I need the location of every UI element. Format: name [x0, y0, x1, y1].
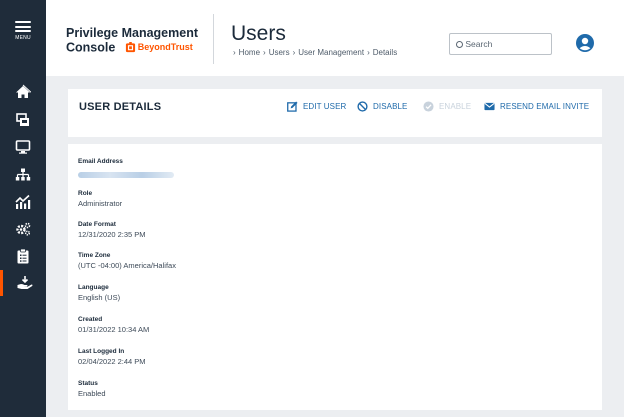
beyondtrust-logo: BeyondTrust	[125, 40, 193, 54]
search-input[interactable]: Search	[449, 33, 552, 55]
envelope-icon	[484, 102, 495, 111]
nav-item-policies[interactable]	[0, 162, 46, 188]
menu-button[interactable]: MENU	[0, 0, 46, 62]
menu-label: MENU	[15, 35, 31, 41]
check-circle-icon	[423, 101, 434, 112]
role-value: Administrator	[78, 199, 123, 208]
email-field: Email Address	[78, 158, 174, 183]
nav-item-home[interactable]	[0, 79, 46, 105]
page-title: Users	[231, 22, 286, 45]
clipboard-icon	[17, 248, 29, 264]
user-avatar-icon[interactable]	[576, 34, 594, 52]
resend-email-invite-label: RESEND EMAIL INVITE	[500, 102, 590, 111]
language-label: Language	[78, 284, 109, 291]
edit-icon	[287, 101, 298, 112]
hand-download-icon	[17, 276, 32, 289]
side-nav: MENU	[0, 0, 46, 417]
computer-group-icon	[16, 113, 29, 126]
status-label: Status	[78, 380, 98, 387]
home-icon	[16, 84, 31, 98]
last-logged-in-field: Last Logged In 02/04/2022 2:44 PM	[78, 348, 146, 366]
email-value-redacted	[78, 172, 174, 178]
edit-user-button[interactable]: EDIT USER	[287, 101, 346, 112]
page-header: Privilege Management Console BeyondTrust…	[46, 0, 624, 76]
disable-label: DISABLE	[373, 102, 408, 111]
status-value: Enabled	[78, 389, 106, 398]
breadcrumb-separator: ›	[263, 48, 266, 57]
role-label: Role	[78, 190, 93, 197]
created-value: 01/31/2022 10:34 AM	[78, 325, 150, 334]
search-placeholder: Search	[465, 39, 493, 49]
language-field: Language English (US)	[78, 284, 120, 302]
breadcrumb-separator: ›	[233, 48, 236, 57]
brand-title-line2: Console	[66, 40, 116, 55]
breadcrumb-home[interactable]: Home	[239, 48, 260, 57]
created-label: Created	[78, 316, 103, 323]
breadcrumb-users[interactable]: Users	[269, 48, 290, 57]
date-format-label: Date Format	[78, 221, 116, 228]
user-details-header: USER DETAILS EDIT USER DISABLE ENABLE RE…	[68, 89, 602, 137]
time-zone-field: Time Zone (UTC -04:00) America/Halifax	[78, 252, 176, 270]
enable-label: ENABLE	[439, 102, 472, 111]
user-details-body: Email Address Role Administrator Date Fo…	[68, 144, 602, 410]
brand-title-line1: Privilege Management	[66, 26, 198, 40]
gears-icon	[16, 222, 31, 236]
edit-user-label: EDIT USER	[303, 102, 347, 111]
nav-item-analytics[interactable]	[0, 189, 46, 215]
beyondtrust-logo-icon	[125, 41, 135, 52]
role-field: Role Administrator	[78, 190, 122, 208]
breadcrumb-user-management[interactable]: User Management	[298, 48, 364, 57]
disable-button[interactable]: DISABLE	[357, 101, 408, 112]
language-value: English (US)	[78, 293, 121, 302]
nav-item-deployment[interactable]	[0, 270, 46, 296]
nav-item-computer-groups[interactable]	[0, 107, 46, 133]
last-logged-in-value: 02/04/2022 2:44 PM	[78, 357, 146, 366]
beyondtrust-logo-text: BeyondTrust	[137, 42, 193, 52]
last-logged-in-label: Last Logged In	[78, 348, 125, 355]
nav-item-reports[interactable]	[0, 243, 46, 269]
analytics-icon	[15, 194, 31, 209]
header-divider	[213, 14, 214, 64]
breadcrumb-separator: ›	[292, 48, 296, 57]
ban-icon	[357, 101, 368, 112]
nav-item-settings[interactable]	[0, 216, 46, 242]
card-title: USER DETAILS	[79, 101, 162, 113]
date-format-value: 12/31/2020 2:35 PM	[78, 230, 146, 239]
hamburger-icon	[15, 21, 31, 32]
resend-email-invite-button[interactable]: RESEND EMAIL INVITE	[484, 101, 589, 112]
breadcrumb-separator: ›	[367, 48, 370, 57]
created-field: Created 01/31/2022 10:34 AM	[78, 316, 149, 334]
search-icon	[456, 41, 463, 48]
nav-item-computers[interactable]	[0, 134, 46, 160]
monitor-icon	[15, 140, 31, 154]
time-zone-label: Time Zone	[78, 252, 111, 259]
product-brand: Privilege Management Console BeyondTrust	[66, 26, 216, 55]
date-format-field: Date Format 12/31/2020 2:35 PM	[78, 221, 146, 239]
hierarchy-icon	[15, 168, 31, 181]
email-label: Email Address	[78, 158, 123, 165]
enable-button[interactable]: ENABLE	[423, 101, 471, 112]
status-field: Status Enabled	[78, 380, 106, 398]
time-zone-value: (UTC -04:00) America/Halifax	[78, 261, 176, 270]
breadcrumb: › Home › Users › User Management › Detai…	[233, 48, 397, 57]
breadcrumb-details: Details	[372, 48, 398, 57]
